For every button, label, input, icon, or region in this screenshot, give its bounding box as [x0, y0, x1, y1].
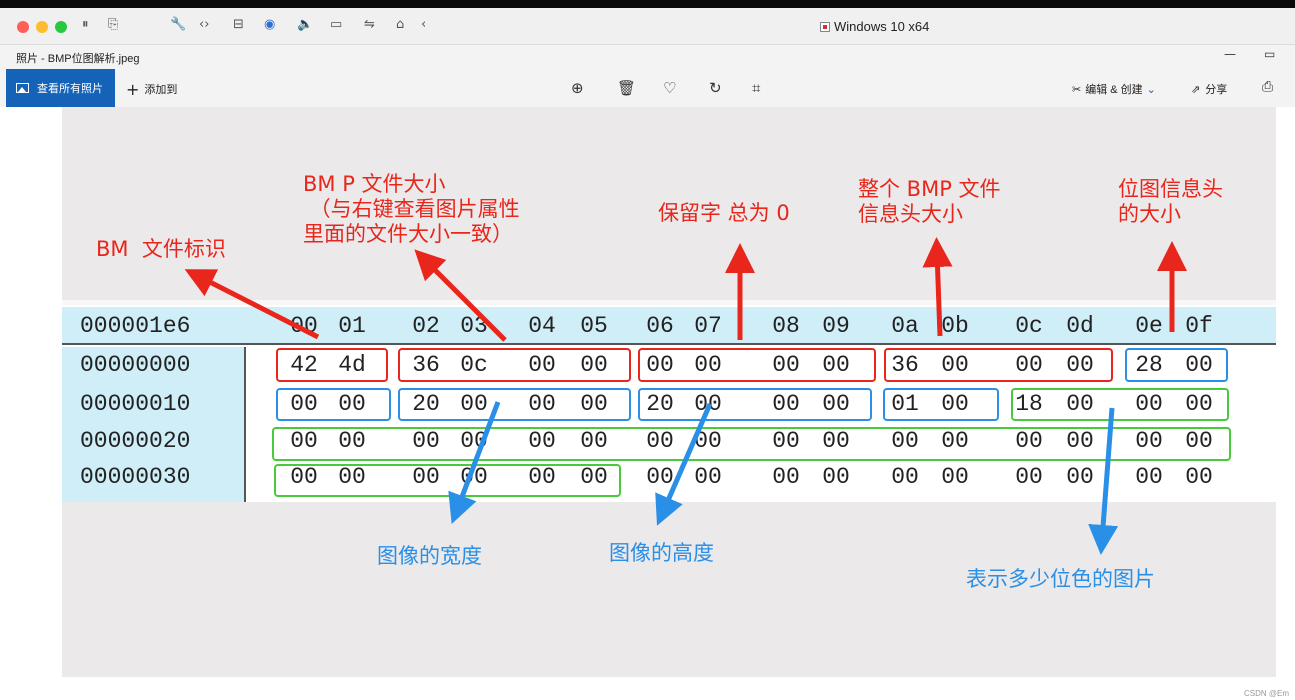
hex-column-header: 00 — [290, 313, 318, 339]
hex-byte[interactable]: 00 — [1058, 464, 1102, 490]
hex-column-header: 0c — [1015, 313, 1043, 339]
annotation-reserved: 保留字 总为 0 — [658, 201, 790, 225]
highlight-header-size — [884, 348, 1113, 382]
hex-column-header: 06 — [646, 313, 674, 339]
hex-column-header: 0b — [941, 313, 969, 339]
annotation-bm-id: BM 文件标识 — [96, 237, 226, 261]
header-address: 000001e6 — [80, 313, 191, 339]
edit-create-label: 编辑 & 创建 — [1085, 84, 1143, 96]
highlight-row-30 — [274, 464, 621, 497]
scissors-icon: ✂ — [1072, 83, 1082, 96]
hex-column-header: 03 — [460, 313, 488, 339]
highlight-info-header — [1125, 348, 1228, 382]
rotate-icon[interactable]: ↻ — [709, 79, 722, 97]
camera-icon[interactable]: ▭ — [330, 17, 342, 32]
vm-title: Windows 10 x64 — [820, 19, 929, 34]
vm-title-text: Windows 10 x64 — [834, 19, 930, 34]
highlight-file-size — [398, 348, 631, 382]
add-to-label: 添加到 — [144, 84, 178, 96]
row-address: 00000000 — [80, 352, 191, 378]
highlight-planes — [883, 388, 999, 421]
minimize-window-button[interactable] — [36, 21, 48, 33]
hex-byte[interactable]: 00 — [814, 464, 858, 490]
snapshot-icon[interactable]: ⎘ — [108, 17, 118, 32]
shared-folder-icon[interactable]: ⌂ — [396, 17, 404, 32]
gallery-icon — [16, 83, 29, 93]
zoom-window-button[interactable] — [55, 21, 67, 33]
highlight-bit-count — [1011, 388, 1229, 421]
scroll-area — [1276, 107, 1295, 677]
add-to-button[interactable]: + 添加到 — [126, 80, 177, 99]
print-icon[interactable]: ⎙ — [1262, 79, 1273, 95]
hex-column-header: 05 — [580, 313, 608, 339]
zoom-in-icon[interactable]: ⊕ — [571, 79, 584, 97]
user-icon[interactable]: ◉ — [264, 17, 275, 32]
vm-toolbar: ⏸ ⎘ 🔧 ‹› ⊟ ◉ 🔈 ▭ ⇋ ⌂ ‹ Windows 10 x64 — [0, 8, 1295, 45]
speaker-icon[interactable]: 🔈 — [297, 17, 313, 32]
annotation-info-header: 位图信息头 的大小 — [1118, 177, 1223, 226]
hex-byte[interactable]: 00 — [1007, 464, 1051, 490]
chevron-down-icon: ⌄ — [1146, 84, 1156, 96]
crop-icon[interactable]: ⌗ — [752, 79, 760, 97]
annotation-file-size: BM P 文件大小 （与右键查看图片属性 里面的文件大小一致） — [303, 172, 520, 246]
pause-icon[interactable]: ⏸ — [82, 17, 89, 32]
row-address: 00000030 — [80, 464, 191, 490]
wrench-icon[interactable]: 🔧 — [170, 17, 186, 32]
edit-create-button[interactable]: ✂ 编辑 & 创建 ⌄ — [1072, 81, 1156, 97]
watermark: CSDN @Em — [1243, 689, 1289, 698]
row-address: 00000020 — [80, 428, 191, 454]
hex-column-header: 08 — [772, 313, 800, 339]
code-arrows-icon[interactable]: ‹› — [199, 17, 209, 32]
hex-column-header: 0e — [1135, 313, 1163, 339]
hex-column-header: 09 — [822, 313, 850, 339]
hex-column-header: 07 — [694, 313, 722, 339]
minimize-button[interactable]: — — [1224, 47, 1236, 61]
restore-button[interactable]: ▭ — [1264, 47, 1275, 61]
hex-column-header: 02 — [412, 313, 440, 339]
top-black-bar — [0, 0, 1295, 8]
annotation-header-size: 整个 BMP 文件 信息头大小 — [858, 177, 1001, 226]
highlight-planes-field — [276, 388, 391, 421]
hex-column-header: 0d — [1066, 313, 1094, 339]
annotation-height: 图像的高度 — [609, 541, 714, 565]
share-label: 分享 — [1205, 84, 1228, 96]
hex-byte[interactable]: 00 — [1177, 464, 1221, 490]
delete-icon[interactable]: 🗑 — [617, 79, 636, 97]
share-icon: ⇗ — [1191, 83, 1201, 96]
highlight-height — [638, 388, 872, 421]
row-address: 00000010 — [80, 391, 191, 417]
plus-icon: + — [126, 80, 140, 99]
close-window-button[interactable] — [17, 21, 29, 33]
annotation-width: 图像的宽度 — [377, 544, 482, 568]
windows-logo-icon — [820, 22, 830, 32]
highlight-width — [398, 388, 631, 421]
hex-column-header: 0f — [1185, 313, 1213, 339]
chevron-left-icon[interactable]: ‹ — [421, 17, 426, 32]
annotation-colors: 表示多少位色的图片 — [966, 567, 1155, 591]
hex-column-header: 04 — [528, 313, 556, 339]
view-all-photos-label: 查看所有照片 — [37, 83, 103, 95]
command-bar: 查看所有照片 + 添加到 ⊕ 🗑 ♡ ↻ ⌗ ✂ 编辑 & 创建 ⌄ ⇗ 分享 ⎙ — [0, 69, 1295, 107]
usb-icon[interactable]: ⇋ — [364, 17, 375, 32]
hex-byte[interactable]: 00 — [933, 464, 977, 490]
highlight-bm-id — [276, 348, 388, 382]
hex-byte[interactable]: 00 — [1127, 464, 1171, 490]
hex-column-header: 01 — [338, 313, 366, 339]
highlight-reserved — [638, 348, 876, 382]
hex-column-header: 0a — [891, 313, 919, 339]
hex-byte[interactable]: 00 — [638, 464, 682, 490]
hex-byte[interactable]: 00 — [686, 464, 730, 490]
app-title-bar: 照片 - BMP位图解析.jpeg — ▭ — [0, 45, 1295, 69]
app-title: 照片 - BMP位图解析.jpeg — [16, 53, 140, 65]
hex-byte[interactable]: 00 — [883, 464, 927, 490]
share-button[interactable]: ⇗ 分享 — [1191, 81, 1227, 97]
favorite-heart-icon[interactable]: ♡ — [663, 79, 676, 97]
hex-byte[interactable]: 00 — [764, 464, 808, 490]
highlight-row-20 — [272, 427, 1231, 461]
drive-icon[interactable]: ⊟ — [233, 17, 244, 32]
view-all-photos-button[interactable]: 查看所有照片 — [6, 69, 115, 107]
